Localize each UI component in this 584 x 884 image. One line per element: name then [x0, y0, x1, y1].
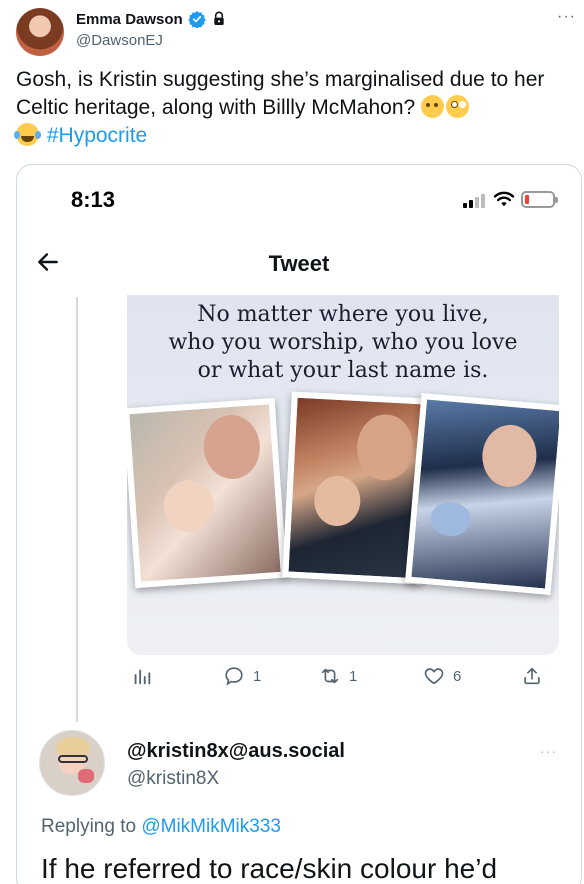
avatar-hair [56, 737, 90, 755]
reply-author-name[interactable]: @kristin8x@aus.social [127, 740, 345, 763]
screen-title: Tweet [268, 251, 330, 276]
author-display-name[interactable]: Emma Dawson [76, 11, 183, 28]
protected-lock-icon [214, 11, 224, 25]
status-bar-icons [463, 190, 558, 208]
avatar-sticker [78, 769, 94, 783]
face-with-rolling-eyes-icon [446, 95, 470, 118]
share-button[interactable] [521, 665, 543, 687]
reply-author-handle[interactable]: @kristin8X [127, 768, 219, 790]
author-avatar[interactable] [16, 8, 64, 56]
campaign-image[interactable]: No matter where you live, who you worshi… [127, 295, 559, 655]
tweet-body: Gosh, is Kristin suggesting she’s margin… [14, 66, 568, 150]
photo-man-holding-baby-3 [404, 392, 559, 596]
wifi-icon [493, 191, 515, 207]
replying-to-label: Replying to [41, 816, 137, 837]
tweet-header: Emma Dawson @DawsonEJ ··· [16, 8, 576, 58]
battery-icon [521, 190, 558, 208]
avatar-glasses [58, 755, 88, 763]
analytics-button[interactable] [131, 665, 153, 687]
caption-line-1: No matter where you live, [197, 302, 489, 327]
embedded-screenshot[interactable]: 8:13 Tweet No matter where you live, who… [16, 164, 582, 884]
tweet-action-bar: 1 1 6 [127, 665, 557, 695]
analytics-icon [134, 669, 151, 685]
reply-count: 1 [253, 667, 262, 685]
hashtag-link[interactable]: #Hypocrite [47, 124, 147, 147]
reply-text: If he referred to race/skin colour he’d [41, 853, 498, 884]
cellular-signal-icon [463, 190, 487, 208]
verified-badge-icon [188, 11, 206, 28]
replying-to-mention[interactable]: @MikMikMik333 [141, 816, 281, 837]
reply-author-avatar[interactable] [39, 730, 105, 796]
caption-line-2: who you worship, who you love [168, 330, 518, 355]
reply-bubble-icon [225, 667, 243, 686]
retweet-count: 1 [349, 667, 358, 685]
like-button[interactable]: 6 [423, 665, 461, 687]
retweet-button[interactable]: 1 [319, 665, 357, 687]
reply-button[interactable]: 1 [223, 665, 261, 687]
heart-icon [424, 668, 444, 685]
campaign-image-caption: No matter where you live, who you worshi… [127, 301, 559, 385]
share-icon [524, 667, 540, 685]
like-count: 6 [453, 667, 462, 685]
thread-connector-line [76, 297, 78, 722]
author-name-row: Emma Dawson [76, 10, 227, 28]
face-with-tears-of-joy-icon [14, 123, 39, 146]
more-options-button[interactable]: ··· [557, 8, 576, 26]
retweet-icon [321, 668, 339, 684]
reply-more-options-button[interactable]: ··· [540, 743, 557, 759]
replying-to-line: Replying to @MikMikMik333 [41, 816, 281, 838]
status-bar-time: 8:13 [71, 187, 116, 212]
caption-line-3: or what your last name is. [197, 358, 489, 383]
author-handle[interactable]: @DawsonEJ [76, 32, 163, 49]
photo-man-holding-baby-1 [127, 397, 288, 589]
thinking-face-icon [421, 95, 445, 118]
